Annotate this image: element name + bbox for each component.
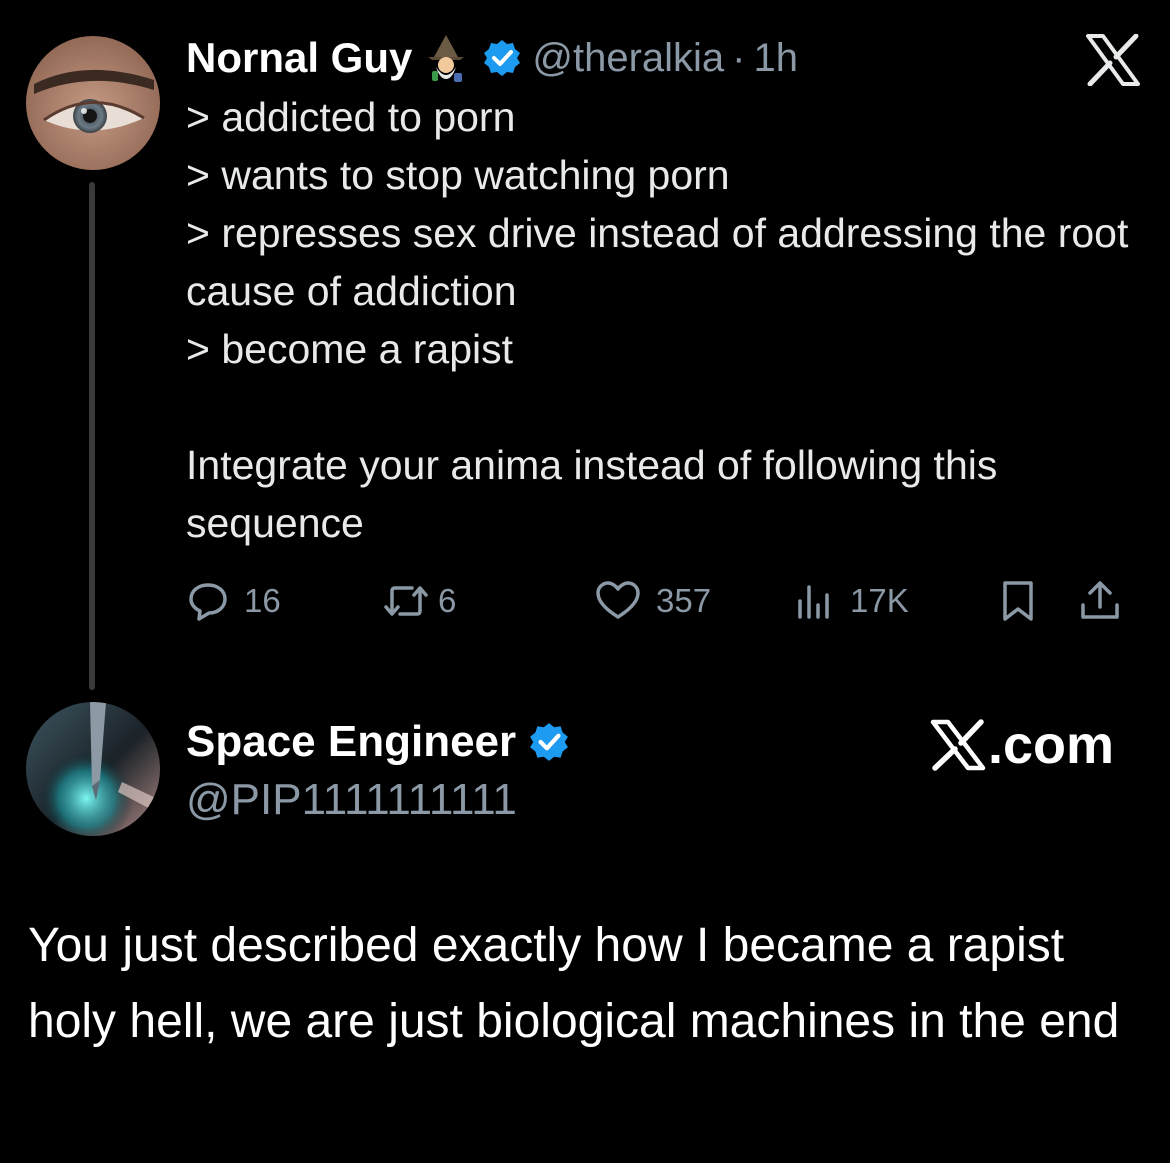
retweet-count: 6 [438, 582, 457, 619]
tweet-line: > become a rapist [186, 326, 514, 372]
reply-count: 16 [244, 582, 281, 619]
like-count: 357 [656, 582, 712, 619]
wizard-emoji-icon [422, 33, 470, 83]
author-handle[interactable]: @theralkia [532, 36, 724, 81]
reply-author-handle[interactable]: @PIP1111111111 [186, 772, 570, 828]
avatar-eye-image [26, 36, 160, 170]
avatar-space-engineer[interactable] [26, 702, 160, 836]
verified-badge-icon [482, 38, 522, 78]
tweet-paragraph: Integrate your anima instead of followin… [186, 442, 998, 546]
tweet-actions-bar: 16 6 357 17K [186, 572, 1136, 630]
bookmark-button[interactable] [998, 572, 1038, 630]
retweet-icon [382, 579, 430, 623]
tweet-header: Nornal Guy @theralkia · 1h [186, 30, 798, 86]
tweet-line: > wants to stop watching porn [186, 152, 730, 198]
tweet-line: > addicted to porn [186, 94, 516, 140]
share-icon [1078, 579, 1122, 623]
tweet-text: > addicted to porn > wants to stop watch… [186, 88, 1146, 552]
heart-icon [594, 579, 642, 623]
views-icon [794, 579, 834, 623]
x-logo-icon [930, 719, 988, 771]
like-button[interactable]: 357 [594, 572, 711, 630]
reply-author-display-name[interactable]: Space Engineer [186, 717, 516, 767]
bookmark-icon [998, 579, 1038, 623]
reply-button[interactable]: 16 [186, 572, 281, 630]
reply-icon [186, 579, 230, 623]
watermark-text: .com [988, 715, 1115, 775]
verified-badge-icon [528, 721, 570, 763]
views-count: 17K [850, 582, 909, 619]
retweet-button[interactable]: 6 [382, 572, 456, 630]
author-display-name[interactable]: Nornal Guy [186, 34, 412, 82]
x-logo-icon[interactable] [1086, 33, 1140, 87]
x-com-watermark: .com [930, 712, 1114, 778]
reply-text: You just described exactly how I became … [28, 919, 1120, 1048]
tweet-line: > represses sex drive instead of address… [186, 210, 1129, 314]
thread-connector-line [89, 182, 95, 690]
tweet-timestamp[interactable]: 1h [754, 36, 799, 81]
views-button[interactable]: 17K [794, 572, 909, 630]
avatar-nornal-guy[interactable] [26, 36, 160, 170]
meta-separator: · [732, 35, 746, 80]
share-button[interactable] [1078, 572, 1122, 630]
avatar-rocket-image [26, 702, 160, 836]
reply-header: Space Engineer @PIP1111111111 [186, 712, 570, 828]
